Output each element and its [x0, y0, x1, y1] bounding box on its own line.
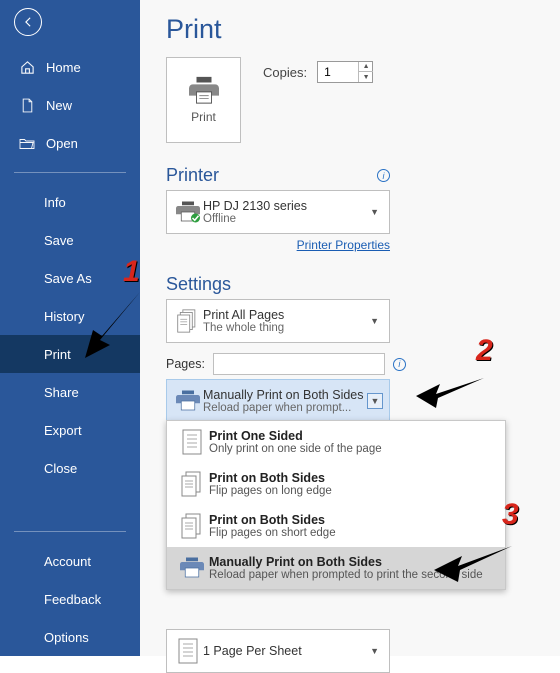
- nav-options[interactable]: Options: [0, 618, 140, 656]
- nav-label: Save As: [44, 271, 92, 286]
- nav-label: New: [46, 98, 72, 113]
- dd-line2: Reload paper when prompt...: [203, 402, 367, 414]
- settings-heading: Settings: [166, 274, 231, 295]
- menu-line2: Only print on one side of the page: [209, 443, 382, 455]
- print-button[interactable]: Print: [166, 57, 241, 143]
- menu-line2: Reload paper when prompted to print the …: [209, 569, 483, 581]
- nav-save-as[interactable]: Save As: [0, 259, 140, 297]
- copies-up[interactable]: ▲: [359, 62, 373, 72]
- document-icon: [18, 98, 36, 113]
- menu-line2: Flip pages on long edge: [209, 485, 332, 497]
- printer-name: HP DJ 2130 series: [203, 199, 366, 213]
- copies-spinner[interactable]: ▲ ▼: [317, 61, 373, 83]
- menu-line1: Print on Both Sides: [209, 513, 336, 527]
- nav-label: Options: [44, 630, 89, 645]
- info-icon[interactable]: i: [393, 358, 406, 371]
- printer-status-icon: [173, 201, 203, 223]
- nav-label: Share: [44, 385, 79, 400]
- print-panel: Print Print Copies: ▲ ▼ Printer i HP DJ …: [140, 0, 560, 656]
- nav-label: Home: [46, 60, 81, 75]
- pages-label: Pages:: [166, 357, 205, 371]
- nav-feedback[interactable]: Feedback: [0, 580, 140, 618]
- nav-home[interactable]: Home: [0, 48, 140, 86]
- nav-label: Save: [44, 233, 74, 248]
- pages-stack-icon: [173, 309, 203, 333]
- nav-label: Account: [44, 554, 91, 569]
- arrow-left-icon: [21, 15, 35, 29]
- menu-print-one-sided[interactable]: Print One Sided Only print on one side o…: [167, 421, 505, 463]
- nav-history[interactable]: History: [0, 297, 140, 335]
- back-button[interactable]: [14, 8, 42, 36]
- menu-manual-both-sides[interactable]: Manually Print on Both Sides Reload pape…: [167, 547, 505, 589]
- chevron-down-icon: ▼: [366, 207, 383, 217]
- nav-label: Close: [44, 461, 77, 476]
- dd-line1: Manually Print on Both Sides: [203, 388, 367, 402]
- nav-account[interactable]: Account: [0, 542, 140, 580]
- duplex-dropdown[interactable]: Manually Print on Both Sides Reload pape…: [166, 379, 390, 423]
- printer-properties-link[interactable]: Printer Properties: [166, 238, 390, 252]
- nav-export[interactable]: Export: [0, 411, 140, 449]
- printer-duplex-icon: [173, 390, 203, 412]
- nav-info[interactable]: Info: [0, 183, 140, 221]
- print-range-dropdown[interactable]: Print All Pages The whole thing ▼: [166, 299, 390, 343]
- printer-icon: [189, 76, 219, 104]
- page-flip-long-icon: [175, 471, 209, 497]
- duplex-menu: Print One Sided Only print on one side o…: [166, 420, 506, 590]
- divider: [14, 172, 126, 173]
- page-single-icon: [173, 638, 203, 664]
- page-flip-short-icon: [175, 513, 209, 539]
- nav-label: Export: [44, 423, 82, 438]
- nav-share[interactable]: Share: [0, 373, 140, 411]
- nav-print[interactable]: Print: [0, 335, 140, 373]
- copies-input[interactable]: [318, 65, 358, 79]
- dd-line2: The whole thing: [203, 322, 366, 334]
- nav-open[interactable]: Open: [0, 124, 140, 162]
- page-single-icon: [175, 429, 209, 455]
- printer-manual-icon: [175, 557, 209, 579]
- divider: [14, 531, 126, 532]
- chevron-down-icon: ▼: [366, 316, 383, 326]
- printer-status: Offline: [203, 213, 366, 225]
- menu-line2: Flip pages on short edge: [209, 527, 336, 539]
- menu-line1: Print One Sided: [209, 429, 382, 443]
- printer-dropdown[interactable]: HP DJ 2130 series Offline ▼: [166, 190, 390, 234]
- copies-label: Copies:: [263, 65, 307, 80]
- nav-label: History: [44, 309, 84, 324]
- nav-group-primary: Home New Open: [0, 48, 140, 162]
- nav-close[interactable]: Close: [0, 449, 140, 487]
- nav-label: Open: [46, 136, 78, 151]
- nav-group-bottom: Account Feedback Options: [0, 521, 140, 656]
- menu-line1: Manually Print on Both Sides: [209, 555, 483, 569]
- menu-both-sides-long[interactable]: Print on Both Sides Flip pages on long e…: [167, 463, 505, 505]
- nav-label: Info: [44, 195, 66, 210]
- nav-new[interactable]: New: [0, 86, 140, 124]
- pages-per-sheet-dropdown[interactable]: 1 Page Per Sheet ▼: [166, 629, 390, 673]
- copies-down[interactable]: ▼: [359, 72, 373, 82]
- home-icon: [18, 60, 36, 75]
- chevron-down-icon: ▼: [367, 393, 383, 409]
- nav-label: Print: [44, 347, 71, 362]
- info-icon[interactable]: i: [377, 169, 390, 182]
- nav-label: Feedback: [44, 592, 101, 607]
- print-button-label: Print: [191, 110, 216, 124]
- nav-group-file: Info Save Save As History Print Share Ex…: [0, 183, 140, 487]
- chevron-down-icon: ▼: [366, 646, 383, 656]
- pages-input[interactable]: [213, 353, 385, 375]
- menu-both-sides-short[interactable]: Print on Both Sides Flip pages on short …: [167, 505, 505, 547]
- folder-open-icon: [18, 137, 36, 150]
- menu-line1: Print on Both Sides: [209, 471, 332, 485]
- nav-save[interactable]: Save: [0, 221, 140, 259]
- backstage-sidebar: Home New Open Info Save Save As History …: [0, 0, 140, 656]
- printer-heading: Printer: [166, 165, 219, 186]
- copies-row: Copies: ▲ ▼: [263, 61, 373, 83]
- page-title: Print: [166, 14, 560, 45]
- dd-line1: Print All Pages: [203, 308, 366, 322]
